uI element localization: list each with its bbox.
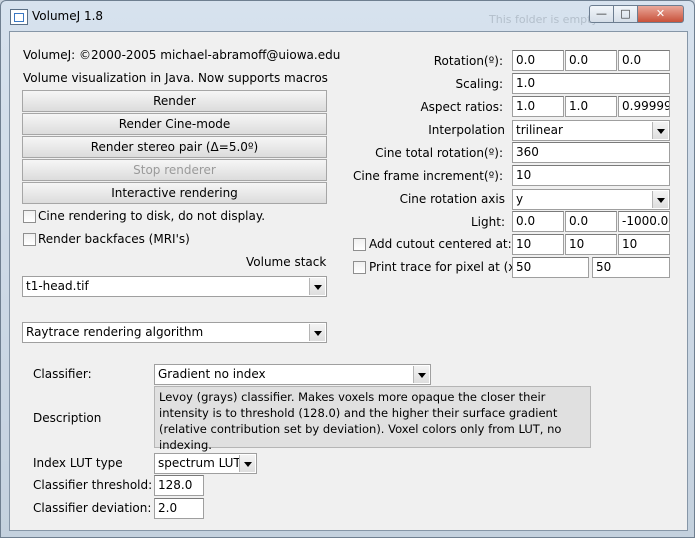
light-z-field[interactable]: -1000.0 <box>618 211 670 232</box>
cutout-checkbox[interactable] <box>353 238 366 251</box>
rotation-y-field[interactable]: 0.0 <box>565 50 617 71</box>
cine-rotation-axis-label: Cine rotation axis <box>399 192 505 206</box>
rotation-label: Rotation(º): <box>433 54 503 68</box>
trace-x-field[interactable]: 50 <box>512 257 589 278</box>
stop-renderer-button[interactable]: Stop renderer <box>22 159 327 181</box>
cine-rotation-axis-select[interactable]: y <box>512 189 670 210</box>
subtitle-text: Volume visualization in Java. Now suppor… <box>23 71 328 85</box>
light-label: Light: <box>471 215 505 229</box>
cutout-x-field[interactable]: 10 <box>512 234 564 255</box>
classifier-select[interactable]: Gradient no index <box>154 364 431 385</box>
cine-total-rotation-label: Cine total rotation(º): <box>375 146 503 160</box>
classifier-deviation-field[interactable]: 2.0 <box>154 498 204 519</box>
chevron-down-icon <box>239 455 255 472</box>
cine-frame-increment-field[interactable]: 10 <box>512 165 670 186</box>
aspect-z-field[interactable]: 0.99999 <box>618 96 670 117</box>
scaling-field[interactable]: 1.0 <box>512 73 670 94</box>
app-icon <box>10 9 28 25</box>
cine-rotation-axis-value: y <box>516 192 524 206</box>
chevron-down-icon <box>309 278 325 295</box>
aspect-x-field[interactable]: 1.0 <box>512 96 564 117</box>
render-cine-button[interactable]: Render Cine-mode <box>22 113 327 135</box>
classifier-label: Classifier: <box>33 367 92 381</box>
light-x-field[interactable]: 0.0 <box>512 211 564 232</box>
maximize-button[interactable]: □ <box>613 5 638 23</box>
cine-disk-label: Cine rendering to disk, do not display. <box>38 209 266 223</box>
aspect-ratios-label: Aspect ratios: <box>420 100 503 114</box>
chevron-down-icon <box>309 324 325 341</box>
cutout-z-field[interactable]: 10 <box>618 234 670 255</box>
title-bar[interactable]: VolumeJ 1.8 This folder is empty. — □ ✕ <box>1 1 694 31</box>
index-lut-select[interactable]: spectrum LUT <box>154 453 257 474</box>
backfaces-checkbox[interactable] <box>23 233 36 246</box>
description-label: Description <box>33 411 102 425</box>
index-lut-value: spectrum LUT <box>158 456 241 470</box>
trace-y-field[interactable]: 50 <box>592 257 670 278</box>
volume-stack-value: t1-head.tif <box>26 279 89 293</box>
classifier-threshold-label: Classifier threshold: <box>33 478 153 492</box>
cutout-y-field[interactable]: 10 <box>565 234 617 255</box>
description-text: Levoy (grays) classifier. Makes voxels m… <box>154 386 591 452</box>
cine-frame-increment-label: Cine frame increment(º): <box>353 169 503 183</box>
background-ghost-text: This folder is empty. <box>489 13 600 26</box>
volume-stack-select[interactable]: t1-head.tif <box>22 276 327 297</box>
index-lut-label: Index LUT type <box>33 456 123 470</box>
cutout-label: Add cutout centered at: <box>369 237 512 251</box>
backfaces-label: Render backfaces (MRI's) <box>38 232 190 246</box>
chevron-down-icon <box>413 366 429 383</box>
cine-total-rotation-field[interactable]: 360 <box>512 142 670 163</box>
render-button[interactable]: Render <box>22 90 327 112</box>
credit-text: VolumeJ: ©2000-2005 michael-abramoff@uio… <box>23 48 341 62</box>
classifier-threshold-field[interactable]: 128.0 <box>154 475 204 496</box>
rotation-x-field[interactable]: 0.0 <box>512 50 564 71</box>
light-y-field[interactable]: 0.0 <box>565 211 617 232</box>
dialog-body: VolumeJ: ©2000-2005 michael-abramoff@uio… <box>9 31 688 531</box>
render-stereo-button[interactable]: Render stereo pair (Δ=5.0º) <box>22 136 327 158</box>
chevron-down-icon <box>652 191 668 208</box>
trace-label: Print trace for pixel at (x,y): <box>369 260 536 274</box>
interpolation-label: Interpolation <box>428 123 505 137</box>
interactive-rendering-button[interactable]: Interactive rendering <box>22 182 327 204</box>
window-title: VolumeJ 1.8 <box>32 9 104 23</box>
interpolation-value: trilinear <box>516 123 563 137</box>
scaling-label: Scaling: <box>455 77 503 91</box>
app-window: VolumeJ 1.8 This folder is empty. — □ ✕ … <box>0 0 695 538</box>
close-button[interactable]: ✕ <box>637 5 684 23</box>
interpolation-select[interactable]: trilinear <box>512 120 670 141</box>
cine-disk-checkbox[interactable] <box>23 210 36 223</box>
minimize-button[interactable]: — <box>589 5 614 23</box>
chevron-down-icon <box>652 122 668 139</box>
rotation-z-field[interactable]: 0.0 <box>618 50 670 71</box>
aspect-y-field[interactable]: 1.0 <box>565 96 617 117</box>
algorithm-select[interactable]: Raytrace rendering algorithm <box>22 322 327 343</box>
algorithm-value: Raytrace rendering algorithm <box>26 325 204 339</box>
volume-stack-label: Volume stack <box>246 255 327 269</box>
classifier-deviation-label: Classifier deviation: <box>33 501 152 515</box>
classifier-value: Gradient no index <box>158 367 266 381</box>
trace-checkbox[interactable] <box>353 261 366 274</box>
